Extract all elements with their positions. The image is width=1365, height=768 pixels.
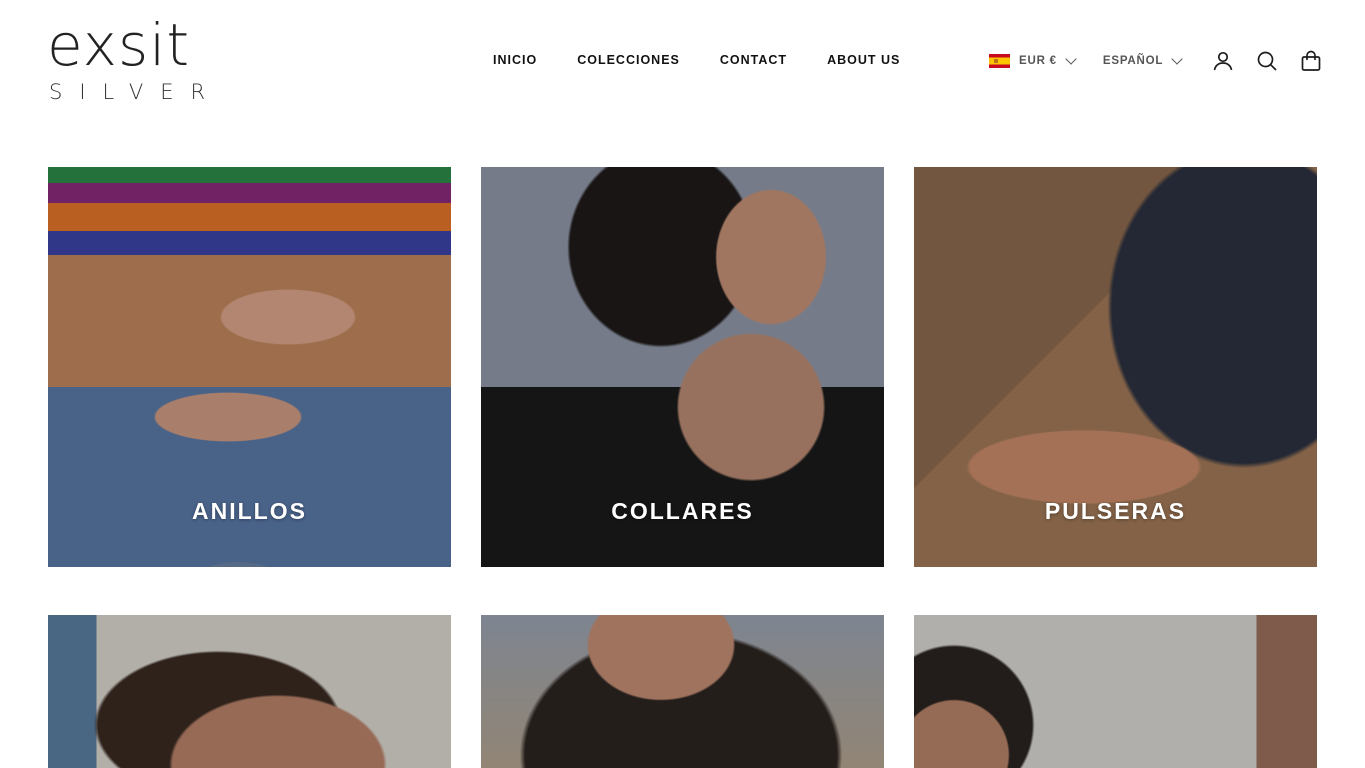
nav-link-colecciones[interactable]: COLECCIONES (577, 52, 680, 68)
logo-wordmark: exsit (47, 11, 191, 79)
collection-card-anillos[interactable]: ANILLOS (48, 167, 451, 567)
header-tools: EUR € ESPAÑOL (989, 46, 1323, 76)
shopping-bag-icon[interactable] (1299, 49, 1323, 73)
site-header: exsit SILVER INICIO COLECCIONES CONTACT … (0, 0, 1365, 125)
currency-value: EUR € (1019, 55, 1057, 67)
collection-card[interactable] (481, 615, 884, 768)
collection-title: COLLARES (611, 498, 754, 524)
image-overlay (48, 615, 451, 768)
chevron-down-icon (1065, 53, 1077, 65)
chevron-down-icon (1171, 53, 1183, 65)
collection-card[interactable] (914, 615, 1317, 768)
logo-subtitle: SILVER (49, 80, 223, 104)
user-icon[interactable] (1211, 49, 1235, 73)
spain-flag-icon (989, 54, 1010, 68)
currency-selector[interactable]: EUR € (989, 53, 1077, 68)
language-value: ESPAÑOL (1102, 55, 1164, 67)
nav-link-contact[interactable]: CONTACT (720, 52, 787, 68)
main-navigation: INICIO COLECCIONES CONTACT ABOUT US (493, 52, 900, 68)
image-overlay (481, 615, 884, 768)
search-icon[interactable] (1255, 49, 1279, 73)
image-overlay (914, 615, 1317, 768)
nav-link-about-us[interactable]: ABOUT US (827, 52, 900, 68)
nav-link-inicio[interactable]: INICIO (493, 52, 537, 68)
collection-card-pulseras[interactable]: PULSERAS (914, 167, 1317, 567)
site-logo[interactable]: exsit SILVER (47, 14, 217, 106)
collection-title: ANILLOS (192, 498, 307, 524)
collection-card-collares[interactable]: COLLARES (481, 167, 884, 567)
language-selector[interactable]: ESPAÑOL (1102, 53, 1183, 67)
collection-title: PULSERAS (1044, 498, 1187, 524)
collection-card[interactable] (48, 615, 451, 768)
